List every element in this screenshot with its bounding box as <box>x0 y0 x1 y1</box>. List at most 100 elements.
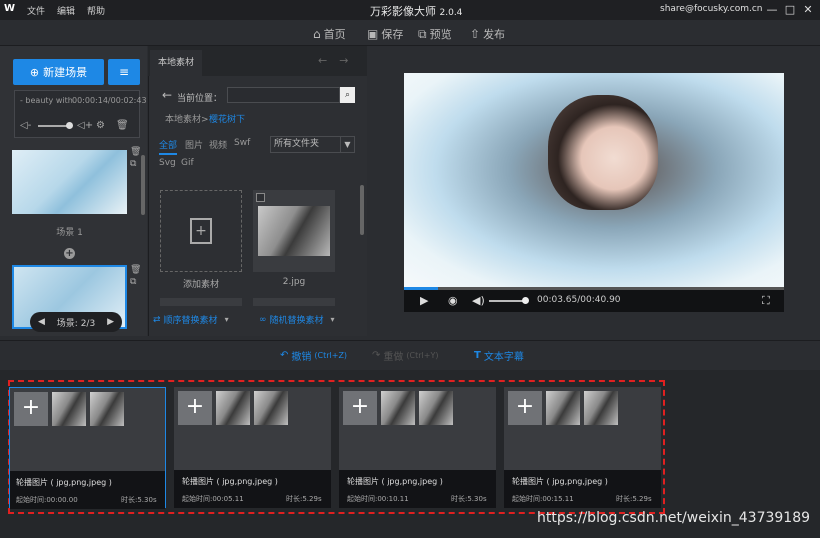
shuffle-icon: ∞ <box>259 314 267 325</box>
preview-button[interactable]: ⧉ 预览 <box>418 26 452 42</box>
filter-video[interactable]: 视频 <box>209 138 227 151</box>
clip-footer: 轮播图片 ( jpg,png,jpeg ) 起始时间:00:15.11 时长:5… <box>504 470 661 508</box>
scene-sort-button[interactable]: ≡ <box>108 59 140 85</box>
sequential-replace-button[interactable]: ⇄ 顺序替换素材 ▾ <box>153 313 229 327</box>
timeline-clip[interactable]: + 轮播图片 ( jpg,png,jpeg ) 起始时间:00:05.11 时长… <box>174 387 331 508</box>
filter-image[interactable]: 图片 <box>185 138 203 151</box>
clip-image-thumbnail[interactable] <box>584 391 618 425</box>
minimize-button[interactable]: — <box>764 2 780 18</box>
next-scene-icon[interactable]: ▶ <box>107 317 114 327</box>
filter-gif[interactable]: Gif <box>181 158 194 168</box>
scene-navigator: ◀ 场景: 2/3 ▶ <box>30 312 122 332</box>
close-button[interactable]: ✕ <box>800 2 816 18</box>
timeline-clip[interactable]: + 轮播图片 ( jpg,png,jpeg ) 起始时间:00:10.11 时长… <box>339 387 496 508</box>
volume-up-icon[interactable]: ◁+ <box>77 120 93 131</box>
nav-arrows[interactable]: ←→ <box>318 54 360 67</box>
menu-help[interactable]: 帮助 <box>87 4 105 17</box>
replace-icon: ⇄ <box>153 314 161 325</box>
add-image-icon[interactable]: + <box>14 392 48 426</box>
save-button[interactable]: ▣ 保存 <box>367 26 403 42</box>
chevron-down-icon: ▾ <box>224 315 229 324</box>
account-email[interactable]: share@focusky.com.cn <box>660 4 763 14</box>
folder-select[interactable]: 所有文件夹 ▼ <box>270 136 355 153</box>
filter-svg[interactable]: Svg <box>159 158 176 168</box>
filter-all[interactable]: 全部 <box>159 138 178 155</box>
menu-file[interactable]: 文件 <box>27 4 45 17</box>
clip-image-thumbnail[interactable] <box>381 391 415 425</box>
undo-label: 撤销 <box>291 352 312 363</box>
home-button[interactable]: ⌂ 首页 <box>313 26 346 42</box>
preview-subject-image <box>548 95 658 210</box>
search-icon[interactable]: ⌕ <box>340 87 355 103</box>
new-scene-button[interactable]: ⊕ 新建场景 <box>13 59 104 85</box>
material-card-partial <box>160 298 242 306</box>
add-file-icon: + <box>190 218 212 244</box>
publish-button[interactable]: ⇧ 发布 <box>470 26 505 42</box>
clip-image-thumbnail[interactable] <box>52 392 86 426</box>
material-thumbnail[interactable] <box>258 206 330 256</box>
breadcrumb-root[interactable]: 本地素材> <box>165 112 209 125</box>
plus-circle-icon: ⊕ <box>29 65 40 79</box>
app-version: 2.0.4 <box>439 8 463 18</box>
breadcrumb-current[interactable]: 樱花树下 <box>209 112 245 125</box>
maximize-button[interactable]: □ <box>782 2 798 18</box>
delete-scene-icon[interactable]: 🗑 <box>130 265 141 275</box>
music-time: 00:00:14/00:02:43 <box>72 96 147 105</box>
chevron-down-icon: ▾ <box>330 315 335 324</box>
copy-scene-icon[interactable]: ⧉ <box>130 277 136 287</box>
add-image-icon[interactable]: + <box>343 391 377 425</box>
random-replace-button[interactable]: ∞ 随机替换素材 ▾ <box>259 313 335 327</box>
scene-scrollbar[interactable] <box>141 155 145 215</box>
redo-icon: ↷ <box>372 350 381 361</box>
filter-swf[interactable]: Swf <box>234 138 250 148</box>
clip-title: 轮播图片 ( jpg,png,jpeg ) <box>347 477 443 486</box>
filter-all-label: 全部 <box>159 141 178 155</box>
fullscreen-icon[interactable]: ⛶ <box>762 294 770 308</box>
loop-icon[interactable]: ◉ <box>448 294 458 307</box>
volume-down-icon[interactable]: ◁- <box>20 120 31 131</box>
undo-button[interactable]: ↶ 撤销 (Ctrl+Z) <box>280 348 347 363</box>
add-image-icon[interactable]: + <box>178 391 212 425</box>
scene-nav-label: 场景: 2/3 <box>56 318 96 329</box>
timeline-clip[interactable]: + 轮播图片 ( jpg,png,jpeg ) 起始时间:00:00.00 时长… <box>9 387 166 509</box>
volume-icon[interactable]: ◀) <box>472 294 485 307</box>
timeline-clip[interactable]: + 轮播图片 ( jpg,png,jpeg ) 起始时间:00:15.11 时长… <box>504 387 661 508</box>
scene-thumbnail-1[interactable] <box>12 150 127 214</box>
trash-icon[interactable]: 🗑 <box>116 120 129 131</box>
clip-duration: 时长:5.29s <box>616 495 652 503</box>
clip-image-thumbnail[interactable] <box>254 391 288 425</box>
text-subtitle-button[interactable]: T 文本字幕 <box>474 348 524 363</box>
copy-scene-icon[interactable]: ⧉ <box>130 159 136 169</box>
chevron-down-icon: ▼ <box>340 137 354 152</box>
back-arrow-icon[interactable]: ← <box>162 88 172 102</box>
clip-footer: 轮播图片 ( jpg,png,jpeg ) 起始时间:00:00.00 时长:5… <box>10 471 165 509</box>
play-icon[interactable]: ▶ <box>420 294 428 307</box>
player-volume-knob[interactable] <box>522 297 529 304</box>
material-checkbox[interactable] <box>256 193 265 202</box>
material-scrollbar[interactable] <box>360 185 364 235</box>
clip-image-thumbnail[interactable] <box>419 391 453 425</box>
path-input[interactable] <box>227 87 340 103</box>
upload-icon: ⇧ <box>470 27 481 41</box>
app-name: 万彩影像大师 <box>370 5 436 18</box>
prev-scene-icon[interactable]: ◀ <box>38 317 45 327</box>
volume-knob[interactable] <box>66 122 73 129</box>
gear-icon[interactable]: ⚙ <box>96 120 105 131</box>
clip-image-thumbnail[interactable] <box>90 392 124 426</box>
add-image-icon[interactable]: + <box>508 391 542 425</box>
redo-button[interactable]: ↷ 重做 (Ctrl+Y) <box>372 348 438 363</box>
menu-edit[interactable]: 编辑 <box>57 4 75 17</box>
scene-1-label: 场景 1 <box>56 228 83 238</box>
delete-scene-icon[interactable]: 🗑 <box>130 147 141 157</box>
clip-title: 轮播图片 ( jpg,png,jpeg ) <box>512 477 608 486</box>
clip-title: 轮播图片 ( jpg,png,jpeg ) <box>182 477 278 486</box>
clip-image-thumbnail[interactable] <box>216 391 250 425</box>
clip-image-thumbnail[interactable] <box>546 391 580 425</box>
clip-start-time: 起始时间:00:10.11 <box>347 495 409 503</box>
material-card-partial <box>253 298 335 306</box>
preview-icon: ⧉ <box>418 26 427 41</box>
add-scene-icon[interactable]: + <box>64 248 75 259</box>
clip-start-time: 起始时间:00:00.00 <box>16 496 78 504</box>
tab-local-material[interactable]: 本地素材 <box>150 50 202 76</box>
clip-title: 轮播图片 ( jpg,png,jpeg ) <box>16 478 112 487</box>
